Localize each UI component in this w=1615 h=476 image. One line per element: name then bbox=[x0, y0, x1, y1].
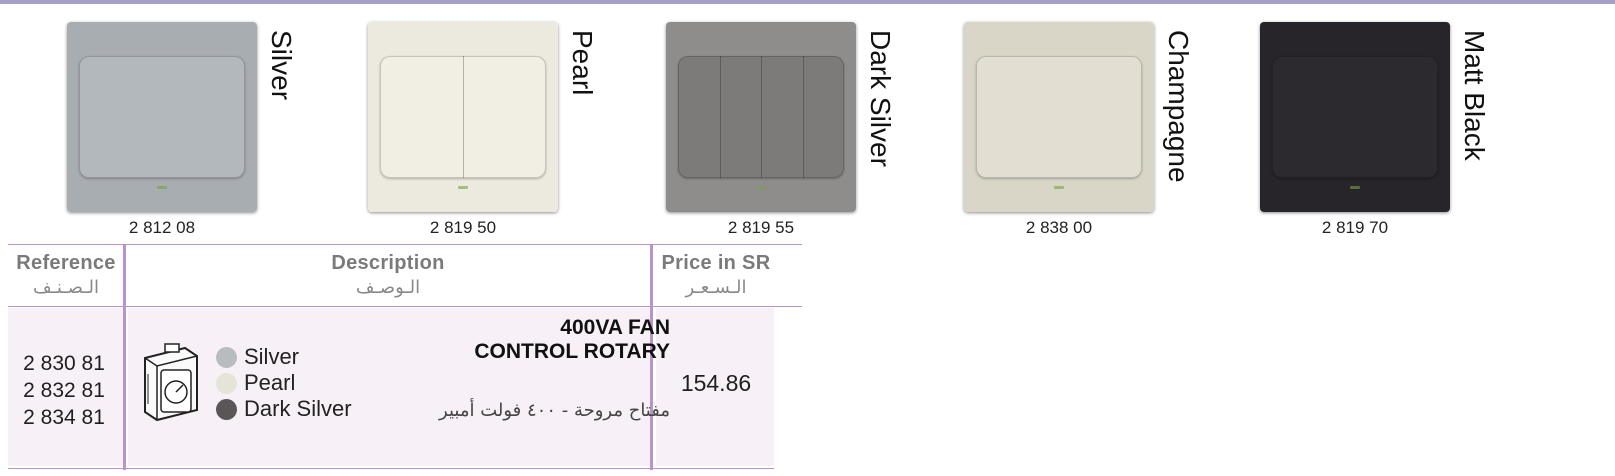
logo-mark bbox=[1350, 186, 1360, 189]
rocker-segment bbox=[803, 56, 845, 178]
swatch-name: Dark Silver bbox=[865, 30, 896, 167]
rocker-segment bbox=[463, 56, 546, 178]
swatch-silver: Silver 2 812 08 bbox=[67, 22, 387, 242]
header-reference-ar: الـصـنـف bbox=[33, 277, 99, 298]
swatch-name: Champagne bbox=[1163, 30, 1194, 183]
top-rule bbox=[0, 0, 1615, 4]
rocker bbox=[678, 56, 844, 178]
reference-number: 2 834 81 bbox=[23, 406, 105, 429]
swatch-ref: 2 819 50 bbox=[429, 218, 497, 237]
color-label: Dark Silver bbox=[244, 396, 352, 421]
header-price: Price in SR الـسـعـر bbox=[654, 244, 778, 306]
color-label: Pearl bbox=[244, 370, 296, 395]
price-table: Reference الـصـنـف Description الـوصـف P… bbox=[8, 244, 802, 470]
logo-mark bbox=[458, 186, 468, 189]
product-title-line2: CONTROL ROTARY bbox=[474, 340, 670, 363]
rocker bbox=[1272, 56, 1438, 178]
price-value: 154.86 bbox=[680, 370, 752, 396]
header-description-ar: الـوصـف bbox=[355, 277, 421, 298]
reference-cell: 2 830 81 2 832 81 2 834 81 bbox=[8, 350, 120, 431]
switch-plate bbox=[964, 22, 1154, 212]
rocker-segment bbox=[720, 56, 762, 178]
color-dot bbox=[216, 372, 237, 394]
rocker bbox=[79, 56, 245, 178]
swatch-name: Matt Black bbox=[1459, 30, 1490, 161]
swatch-name: Pearl bbox=[567, 30, 598, 96]
header-bottom-rule bbox=[8, 306, 802, 307]
header-description-en: Description bbox=[331, 252, 445, 274]
rocker bbox=[380, 56, 546, 178]
color-option-pearl: Pearl bbox=[216, 370, 352, 396]
fan-control-device-icon bbox=[135, 340, 205, 428]
swatch-champagne: Champagne 2 838 00 bbox=[964, 22, 1284, 242]
rocker-segment bbox=[678, 56, 721, 178]
reference-number: 2 830 81 bbox=[23, 352, 105, 375]
color-option-silver: Silver bbox=[216, 344, 352, 370]
header-reference-en: Reference bbox=[16, 252, 116, 274]
switch-plate bbox=[67, 22, 257, 212]
color-label: Silver bbox=[244, 344, 300, 369]
logo-mark bbox=[1054, 186, 1064, 189]
swatch-ref: 2 838 00 bbox=[1025, 218, 1093, 237]
rocker-segment bbox=[380, 56, 464, 178]
swatch-pearl: Pearl 2 819 50 bbox=[368, 22, 688, 242]
switch-plate bbox=[368, 22, 558, 212]
swatch-ref: 2 812 08 bbox=[128, 218, 196, 237]
color-dot bbox=[216, 346, 237, 368]
product-title-arabic: مفتاح مروحة - ٤٠٠ فولت أمبير bbox=[439, 400, 670, 421]
swatch-matt-black: Matt Black 2 819 70 bbox=[1260, 22, 1580, 242]
swatch-ref: 2 819 55 bbox=[727, 218, 795, 237]
product-title: 400VA FAN CONTROL ROTARY bbox=[388, 316, 670, 364]
color-option-dark-silver: Dark Silver bbox=[216, 396, 352, 422]
swatch-name: Silver bbox=[266, 30, 297, 101]
header-reference: Reference الـصـنـف bbox=[8, 244, 124, 306]
rocker-segment bbox=[761, 56, 804, 178]
header-description: Description الـوصـف bbox=[126, 244, 650, 306]
header-price-ar: الـسـعـر bbox=[685, 277, 747, 298]
logo-mark bbox=[756, 186, 766, 189]
table-bottom-rule bbox=[8, 468, 774, 469]
rocker bbox=[976, 56, 1142, 178]
header-price-en: Price in SR bbox=[661, 252, 771, 274]
logo-mark bbox=[157, 186, 167, 189]
color-dot bbox=[216, 398, 237, 420]
column-divider bbox=[123, 244, 126, 470]
swatch-ref: 2 819 70 bbox=[1321, 218, 1389, 237]
color-options: Silver Pearl Dark Silver bbox=[216, 344, 352, 422]
reference-number: 2 832 81 bbox=[23, 379, 105, 402]
product-title-line1: 400VA FAN bbox=[560, 316, 670, 339]
switch-plate bbox=[666, 22, 856, 212]
switch-plate bbox=[1260, 22, 1450, 212]
swatch-dark-silver: Dark Silver 2 819 55 bbox=[666, 22, 986, 242]
